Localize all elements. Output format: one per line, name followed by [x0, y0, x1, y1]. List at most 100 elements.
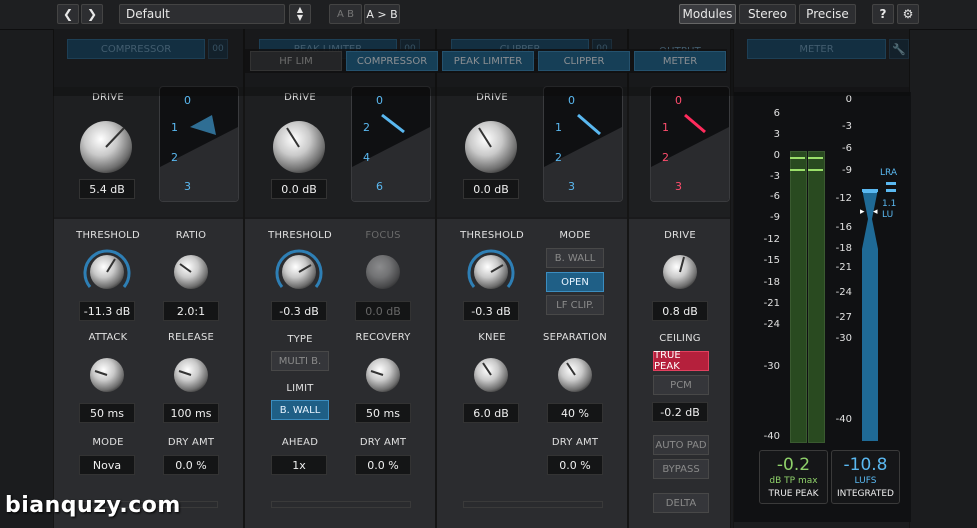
peak-limiter-type-button[interactable]: MULTI B.	[271, 351, 329, 371]
peak-limiter-ahead-value[interactable]: 1x	[271, 455, 327, 475]
clipper-knee-knob[interactable]	[465, 349, 517, 401]
preset-stepper[interactable]: ▲ ▼	[289, 4, 311, 24]
output-ceiling-label: CEILING	[659, 333, 701, 344]
gr-tick: 0	[184, 94, 191, 107]
compressor-drive-label: DRIVE	[92, 92, 124, 103]
ab-button[interactable]: A B	[329, 4, 362, 24]
right-scale-tick: 0	[845, 94, 852, 105]
left-scale-tick: -12	[763, 234, 780, 245]
clipper-threshold-knob[interactable]	[465, 246, 517, 298]
output-drive-knob[interactable]	[654, 246, 706, 298]
lra-marker-top	[886, 182, 896, 185]
compressor-attack-value[interactable]: 50 ms	[79, 403, 135, 423]
left-scale-tick: -3	[770, 171, 780, 182]
precise-button[interactable]: Precise	[799, 4, 856, 24]
peak-limiter-recovery-label: RECOVERY	[355, 332, 411, 343]
peak-limiter-drive-knob[interactable]	[262, 110, 336, 184]
left-scale-tick: -30	[763, 361, 780, 372]
true-peak-button[interactable]: TRUE PEAK	[653, 350, 709, 372]
help-button[interactable]: ?	[872, 4, 894, 24]
arrow-left-icon: ❮	[62, 7, 74, 21]
back-button[interactable]: ❮	[57, 4, 79, 24]
clipper-mode-lfclip[interactable]: LF CLIP.	[546, 295, 604, 315]
compressor-attack-knob[interactable]	[81, 349, 133, 401]
peak-limiter-focus-knob[interactable]	[357, 246, 409, 298]
peak-limiter-scrollbar[interactable]	[271, 501, 411, 508]
right-scale-tick: -27	[835, 312, 852, 323]
compressor-ratio-value[interactable]: 2.0:1	[163, 301, 219, 321]
ab-copy-label: A > B	[366, 7, 398, 21]
wrench-icon: 🔧	[892, 42, 906, 56]
compressor-drive-value[interactable]: 5.4 dB	[79, 179, 135, 199]
delta-button[interactable]: DELTA	[653, 493, 709, 513]
left-scale-tick: -24	[763, 319, 780, 330]
compressor-title[interactable]: COMPRESSOR	[67, 39, 205, 59]
clipper-mode-bwall[interactable]: B. WALL	[546, 248, 604, 268]
compressor-threshold-value[interactable]: -11.3 dB	[79, 301, 135, 321]
compressor-release-knob[interactable]	[165, 349, 217, 401]
left-scale-tick: 0	[773, 150, 780, 161]
compressor-threshold-knob[interactable]	[81, 246, 133, 298]
lufs-readout[interactable]: -10.8 LUFS INTEGRATED	[831, 450, 900, 504]
compressor-dry-value[interactable]: 0.0 %	[163, 455, 219, 475]
peak-limiter-threshold-value[interactable]: -0.3 dB	[271, 301, 327, 321]
tab-compressor[interactable]: COMPRESSOR	[346, 51, 438, 71]
right-scale-tick: -3	[842, 121, 852, 132]
tab-hf-lim[interactable]: HF LIM	[250, 51, 342, 71]
peak-hold-left	[790, 157, 805, 159]
clipper-drive-knob[interactable]	[454, 110, 528, 184]
lra-unit: LU	[882, 210, 894, 220]
compressor-ratio-knob[interactable]	[165, 246, 217, 298]
peak-limiter-drive-value[interactable]: 0.0 dB	[271, 179, 327, 199]
compressor-drive-knob[interactable]	[69, 110, 143, 184]
tab-meter[interactable]: METER	[634, 51, 726, 71]
tab-clipper[interactable]: CLIPPER	[538, 51, 630, 71]
peak-limiter-threshold-label: THRESHOLD	[268, 230, 332, 241]
clipper-scrollbar[interactable]	[463, 501, 603, 508]
ab-copy-button[interactable]: A > B	[364, 4, 400, 24]
compressor-release-value[interactable]: 100 ms	[163, 403, 219, 423]
lra-marker-bottom	[886, 189, 896, 192]
gr-tick: 0	[376, 94, 383, 107]
peak-limiter-dry-value[interactable]: 0.0 %	[355, 455, 411, 475]
clipper-knee-label: KNEE	[478, 332, 506, 343]
preset-field[interactable]: Default	[119, 4, 285, 24]
tab-peak-limiter[interactable]: PEAK LIMITER	[442, 51, 534, 71]
output-drive-value[interactable]: 0.8 dB	[652, 301, 708, 321]
meter-settings-button[interactable]: 🔧	[889, 39, 909, 59]
compressor-num-text: 00	[212, 44, 224, 54]
gr-tick: 2	[171, 151, 178, 164]
clipper-threshold-value[interactable]: -0.3 dB	[463, 301, 519, 321]
modules-label: Modules	[682, 7, 733, 21]
true-peak-readout[interactable]: -0.2 dB TP max TRUE PEAK	[759, 450, 828, 504]
meter-title[interactable]: METER	[747, 39, 886, 59]
clipper-dry-value[interactable]: 0.0 %	[547, 455, 603, 475]
peak-limiter-limit-button[interactable]: B. WALL	[271, 400, 329, 420]
clipper-mode-label: MODE	[559, 230, 591, 241]
modules-button[interactable]: Modules	[679, 4, 736, 24]
clipper-separation-value[interactable]: 40 %	[547, 403, 603, 423]
true-peak-label: TRUE PEAK	[768, 489, 819, 499]
compressor-mode-value[interactable]: Nova	[79, 455, 135, 475]
right-scale-tick: -18	[835, 243, 852, 254]
clipper-mode-open[interactable]: OPEN	[546, 272, 604, 292]
compressor-num[interactable]: 00	[208, 39, 228, 59]
output-ceiling-value[interactable]: -0.2 dB	[652, 402, 708, 422]
compressor-ratio-label: RATIO	[175, 230, 207, 241]
clipper-separation-knob[interactable]	[549, 349, 601, 401]
peak-limiter-focus-label: FOCUS	[365, 230, 401, 241]
forward-button[interactable]: ❯	[81, 4, 103, 24]
peak-limiter-threshold-knob[interactable]	[273, 246, 325, 298]
peak-limiter-recovery-value[interactable]: 50 ms	[355, 403, 411, 423]
clipper-drive-value[interactable]: 0.0 dB	[463, 179, 519, 199]
peak-limiter-recovery-knob[interactable]	[357, 349, 409, 401]
clipper-knee-value[interactable]: 6.0 dB	[463, 403, 519, 423]
clipper-threshold-label: THRESHOLD	[460, 230, 524, 241]
peak-limiter-focus-value[interactable]: 0.0 dB	[355, 301, 411, 321]
pcm-button[interactable]: PCM	[653, 375, 709, 395]
auto-pad-button[interactable]: AUTO PAD	[653, 435, 709, 455]
stereo-button[interactable]: Stereo	[739, 4, 796, 24]
settings-button[interactable]: ⚙	[897, 4, 919, 24]
bypass-button[interactable]: BYPASS	[653, 459, 709, 479]
gr-tick: 0	[675, 94, 682, 107]
